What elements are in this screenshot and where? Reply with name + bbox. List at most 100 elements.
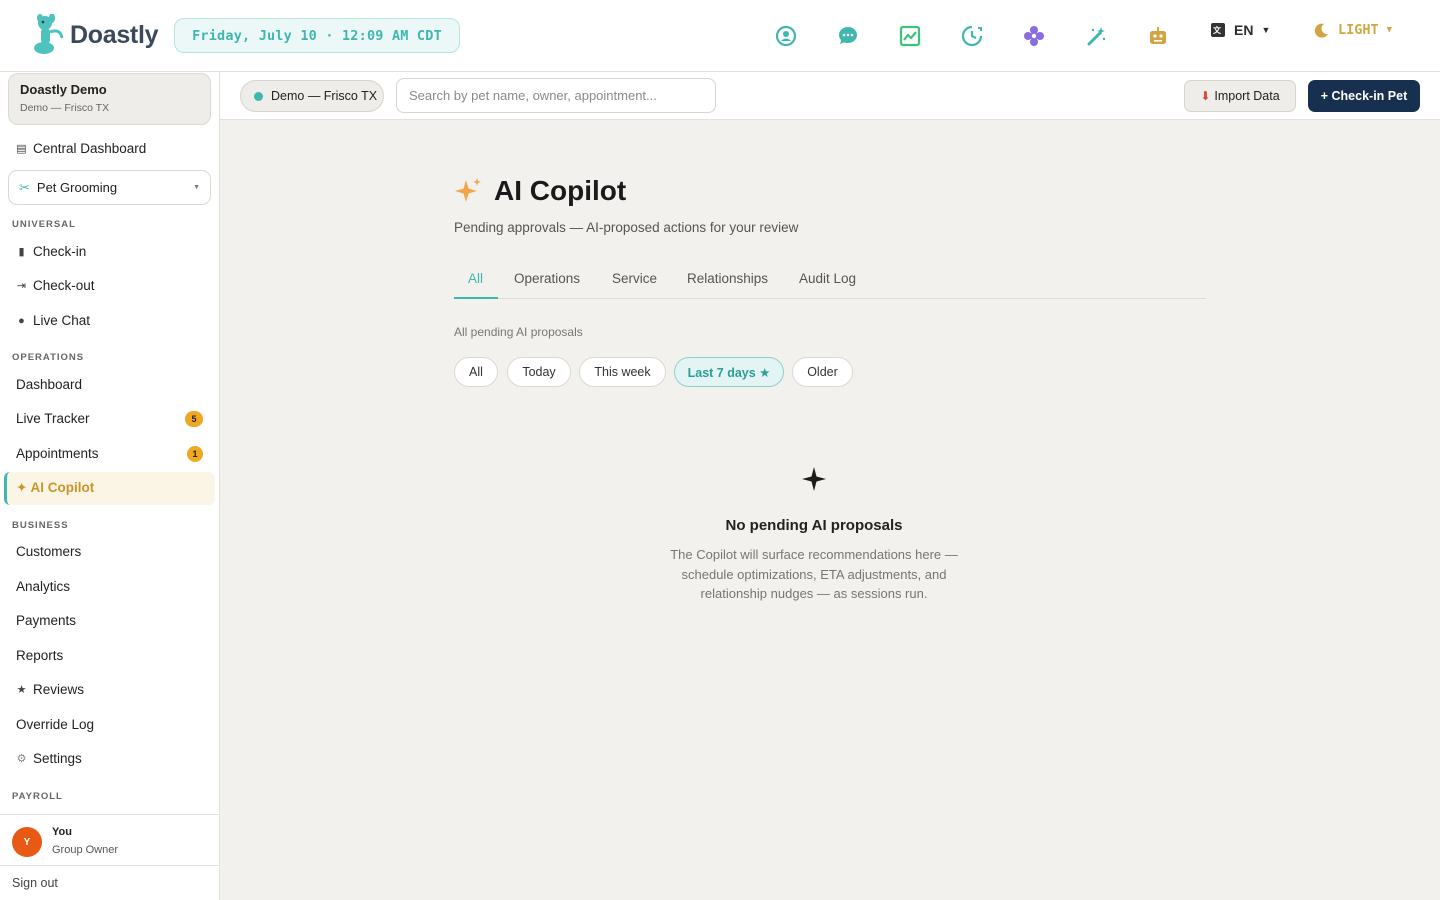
section-label-payroll: PAYROLL	[12, 791, 63, 802]
tab-relationships[interactable]: Relationships	[687, 271, 768, 286]
tab-service[interactable]: Service	[612, 271, 657, 286]
sidebar-item-label: Analytics	[16, 579, 71, 594]
app-logo[interactable]: Doastly	[32, 14, 159, 56]
page-title-text: AI Copilot	[494, 175, 627, 206]
active-tab-indicator	[454, 297, 498, 299]
star-icon: ★	[16, 684, 27, 696]
current-user[interactable]: Y You Group Owner	[0, 814, 219, 865]
live-tracker-count-badge: 5	[185, 411, 203, 427]
sidebar-item-analytics[interactable]: Analytics	[16, 579, 70, 594]
empty-state-title: No pending AI proposals	[725, 517, 903, 534]
sidebar-item-live-chat[interactable]: ● Live Chat	[16, 313, 90, 328]
check-in-pet-button[interactable]: + Check-in Pet	[1308, 80, 1420, 112]
tab-operations[interactable]: Operations	[514, 271, 580, 286]
chat-icon[interactable]	[832, 20, 864, 52]
sidebar-item-check-out[interactable]: ⇥ Check-out	[16, 278, 95, 293]
sidebar-item-live-tracker[interactable]: Live Tracker	[16, 411, 90, 426]
clipboard-icon: ▮	[18, 246, 25, 258]
service-select-value: Pet Grooming	[36, 180, 118, 195]
import-data-button[interactable]: ⬇ Import Data	[1184, 80, 1296, 112]
sidebar-item-reviews[interactable]: ★ Reviews	[16, 682, 84, 697]
app-name: Doastly	[70, 20, 159, 49]
sparkle-icon	[802, 467, 826, 491]
chevron-down-icon: ▼	[193, 184, 200, 191]
sparkle-icon	[455, 178, 481, 202]
magic-wand-icon[interactable]	[1080, 20, 1112, 52]
sidebar-item-label: Appointments	[16, 446, 99, 461]
scissors-icon: ✂	[19, 179, 30, 195]
top-bar: Doastly Friday, July 10 · 12:09 AM CDT 文…	[0, 0, 1440, 72]
chat-bubble-icon: ●	[18, 314, 25, 327]
dog-logo-icon	[34, 14, 64, 54]
sidebar-item-customers[interactable]: Customers	[16, 544, 81, 559]
import-data-label: Import Data	[1214, 89, 1280, 103]
sidebar-item-reports[interactable]: Reports	[16, 648, 63, 663]
page-title: AI Copilot	[454, 175, 626, 207]
sidebar-item-label: Settings	[33, 751, 82, 766]
filter-chip-last-7-days[interactable]: Last 7 days ★	[674, 357, 784, 387]
section-label-universal: UNIVERSAL	[12, 219, 76, 230]
sidebar-item-label: Live Tracker	[16, 411, 90, 426]
sidebar-item-appointments[interactable]: Appointments	[16, 446, 99, 461]
sidebar-item-ai-copilot-label: ✦ AI Copilot	[16, 480, 95, 495]
language-selector[interactable]: 文 EN ▼	[1210, 22, 1270, 38]
sidebar-item-label: Reviews	[33, 682, 85, 697]
sidebar-item-label: Dashboard	[16, 377, 83, 392]
chevron-down-icon: ▼	[1261, 25, 1271, 35]
language-label: EN	[1234, 22, 1254, 38]
section-label-operations: OPERATIONS	[12, 352, 85, 363]
flower-icon[interactable]	[1018, 20, 1050, 52]
svg-text:文: 文	[1213, 25, 1222, 35]
sidebar-item-label: Check-out	[33, 278, 95, 293]
search-input[interactable]	[396, 78, 716, 113]
sidebar-item-label: Central Dashboard	[33, 141, 147, 156]
sidebar-item-central-dashboard[interactable]: ▤ Central Dashboard	[16, 141, 146, 156]
sidebar: Doastly Demo Demo — Frisco TX ▤ Central …	[0, 72, 220, 900]
sidebar-item-label: Check-in	[33, 244, 87, 259]
org-switcher[interactable]: Doastly Demo Demo — Frisco TX	[8, 73, 211, 125]
robot-icon[interactable]	[1142, 20, 1174, 52]
theme-selector[interactable]: LIGHT ▼	[1314, 22, 1392, 38]
sidebar-item-settings[interactable]: ⚙ Settings	[16, 751, 82, 766]
tab-audit-log[interactable]: Audit Log	[799, 271, 856, 286]
sidebar-item-label: Payments	[16, 613, 77, 628]
sidebar-item-label: Reports	[16, 648, 64, 663]
filter-chip-this-week[interactable]: This week	[579, 357, 666, 387]
empty-state-description: The Copilot will surface recommendations…	[670, 547, 958, 601]
filter-chip-all[interactable]: All	[454, 357, 498, 387]
datetime-display: Friday, July 10 · 12:09 AM CDT	[174, 18, 460, 53]
section-label-business: BUSINESS	[12, 520, 69, 531]
org-name: Doastly Demo	[20, 82, 107, 97]
sidebar-item-payments[interactable]: Payments	[16, 613, 76, 628]
service-select[interactable]: ✂ Pet Grooming ▼	[8, 170, 211, 205]
sub-header: Demo — Frisco TX ⬇ Import Data + Check-i…	[220, 72, 1440, 120]
org-location: Demo — Frisco TX	[20, 102, 110, 114]
appointments-count-badge: 1	[187, 446, 203, 462]
sidebar-item-label: Live Chat	[33, 313, 91, 328]
translate-icon: 文	[1211, 23, 1225, 37]
person-icon[interactable]	[770, 20, 802, 52]
filter-chip-today[interactable]: Today	[507, 357, 571, 387]
avatar: Y	[12, 827, 42, 857]
sidebar-item-dashboard[interactable]: Dashboard	[16, 377, 82, 392]
chart-icon[interactable]	[894, 20, 926, 52]
tab-all[interactable]: All	[468, 271, 483, 286]
filter-chip-older[interactable]: Older	[792, 357, 853, 387]
import-icon: ⬇	[1200, 89, 1211, 103]
sign-out-link[interactable]: Sign out	[0, 865, 219, 900]
sidebar-item-check-in[interactable]: ▮ Check-in	[16, 244, 86, 259]
top-icon-bar	[770, 20, 1204, 52]
clock-icon[interactable]	[956, 20, 988, 52]
user-name: You	[52, 826, 72, 838]
gear-icon: ⚙	[16, 753, 27, 765]
theme-label: LIGHT	[1338, 22, 1379, 38]
sidebar-item-override-log[interactable]: Override Log	[16, 717, 94, 732]
filter-caption: All pending AI proposals	[454, 325, 583, 339]
location-label: Demo — Frisco TX	[271, 89, 378, 103]
copilot-tabs: All Operations Service Relationships Aud…	[454, 262, 1206, 299]
location-selector[interactable]: Demo — Frisco TX	[240, 80, 384, 112]
user-role: Group Owner	[52, 844, 119, 856]
chevron-down-icon: ▼	[1386, 25, 1393, 35]
exit-icon: ⇥	[16, 280, 27, 292]
status-dot-icon	[254, 91, 263, 101]
